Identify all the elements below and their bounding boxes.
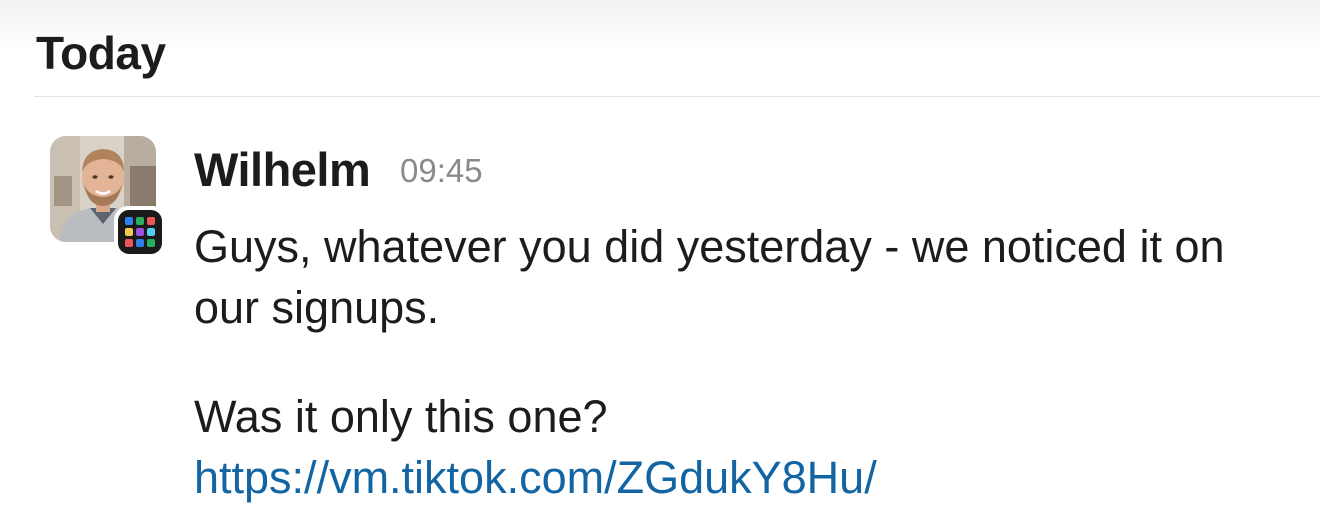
message-link[interactable]: https://vm.tiktok.com/ZGdukY8Hu/ [194, 452, 877, 503]
day-divider-line [34, 96, 1320, 97]
message-sender-name[interactable]: Wilhelm [194, 140, 371, 200]
app-badge [114, 206, 166, 258]
day-divider-label: Today [36, 27, 166, 79]
message-paragraph: Guys, whatever you did yesterday - we no… [194, 221, 1225, 333]
message-text: Was it only this one? [194, 391, 608, 442]
app-grid-icon [118, 210, 162, 254]
message-timestamp[interactable]: 09:45 [400, 148, 483, 194]
day-header-bar [0, 0, 1320, 98]
message-body: Guys, whatever you did yesterday - we no… [194, 216, 1274, 508]
message-paragraph: Was it only this one? https://vm.tiktok.… [194, 386, 1274, 508]
